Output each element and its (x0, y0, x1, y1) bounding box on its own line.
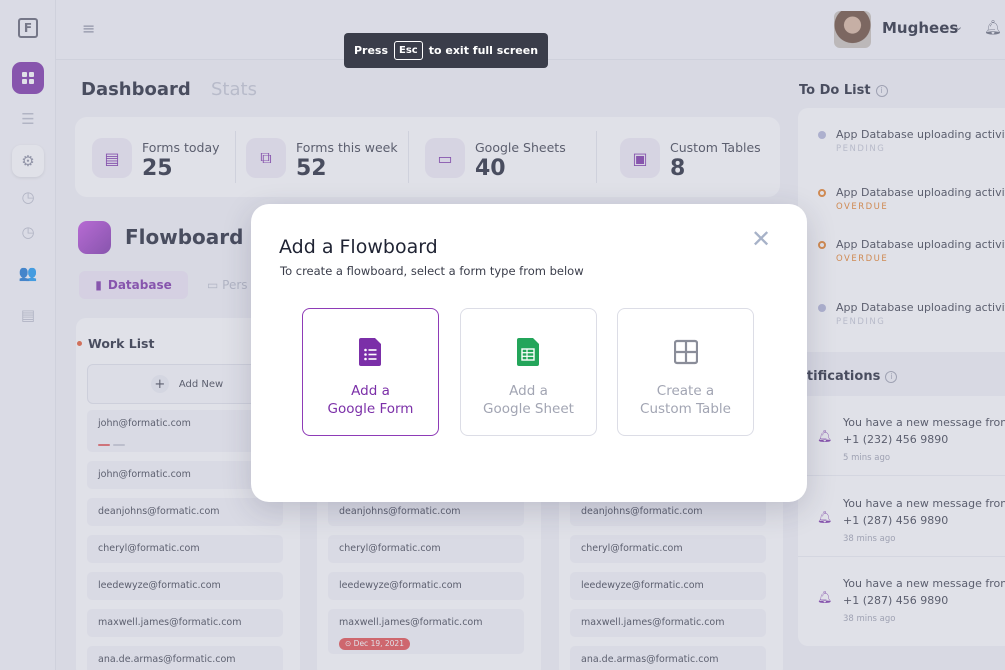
google-form-icon (359, 338, 381, 366)
add-google-sheet-option[interactable]: Add a Google Sheet (460, 308, 597, 436)
option-label-line2: Custom Table (640, 401, 731, 417)
fullscreen-rest: to exit full screen (428, 44, 539, 57)
option-label-line1: Add a (351, 383, 390, 399)
option-label-line1: Add a (509, 383, 548, 399)
modal-title: Add a Flowboard (279, 236, 438, 258)
option-label-line1: Create a (656, 383, 715, 399)
close-icon[interactable]: ✕ (749, 227, 773, 252)
option-label-line2: Google Sheet (483, 401, 574, 417)
google-sheet-icon (517, 338, 539, 366)
fullscreen-hint: Press Esc to exit full screen (344, 33, 548, 68)
custom-table-icon (674, 339, 698, 365)
modal-subtitle: To create a flowboard, select a form typ… (280, 264, 584, 278)
add-flowboard-modal: Add a Flowboard To create a flowboard, s… (251, 204, 807, 502)
create-custom-table-option[interactable]: Create a Custom Table (617, 308, 754, 436)
add-google-form-option[interactable]: Add a Google Form (302, 308, 439, 436)
esc-key: Esc (394, 41, 423, 60)
option-label-line2: Google Form (327, 401, 414, 417)
fullscreen-press: Press (353, 44, 389, 57)
